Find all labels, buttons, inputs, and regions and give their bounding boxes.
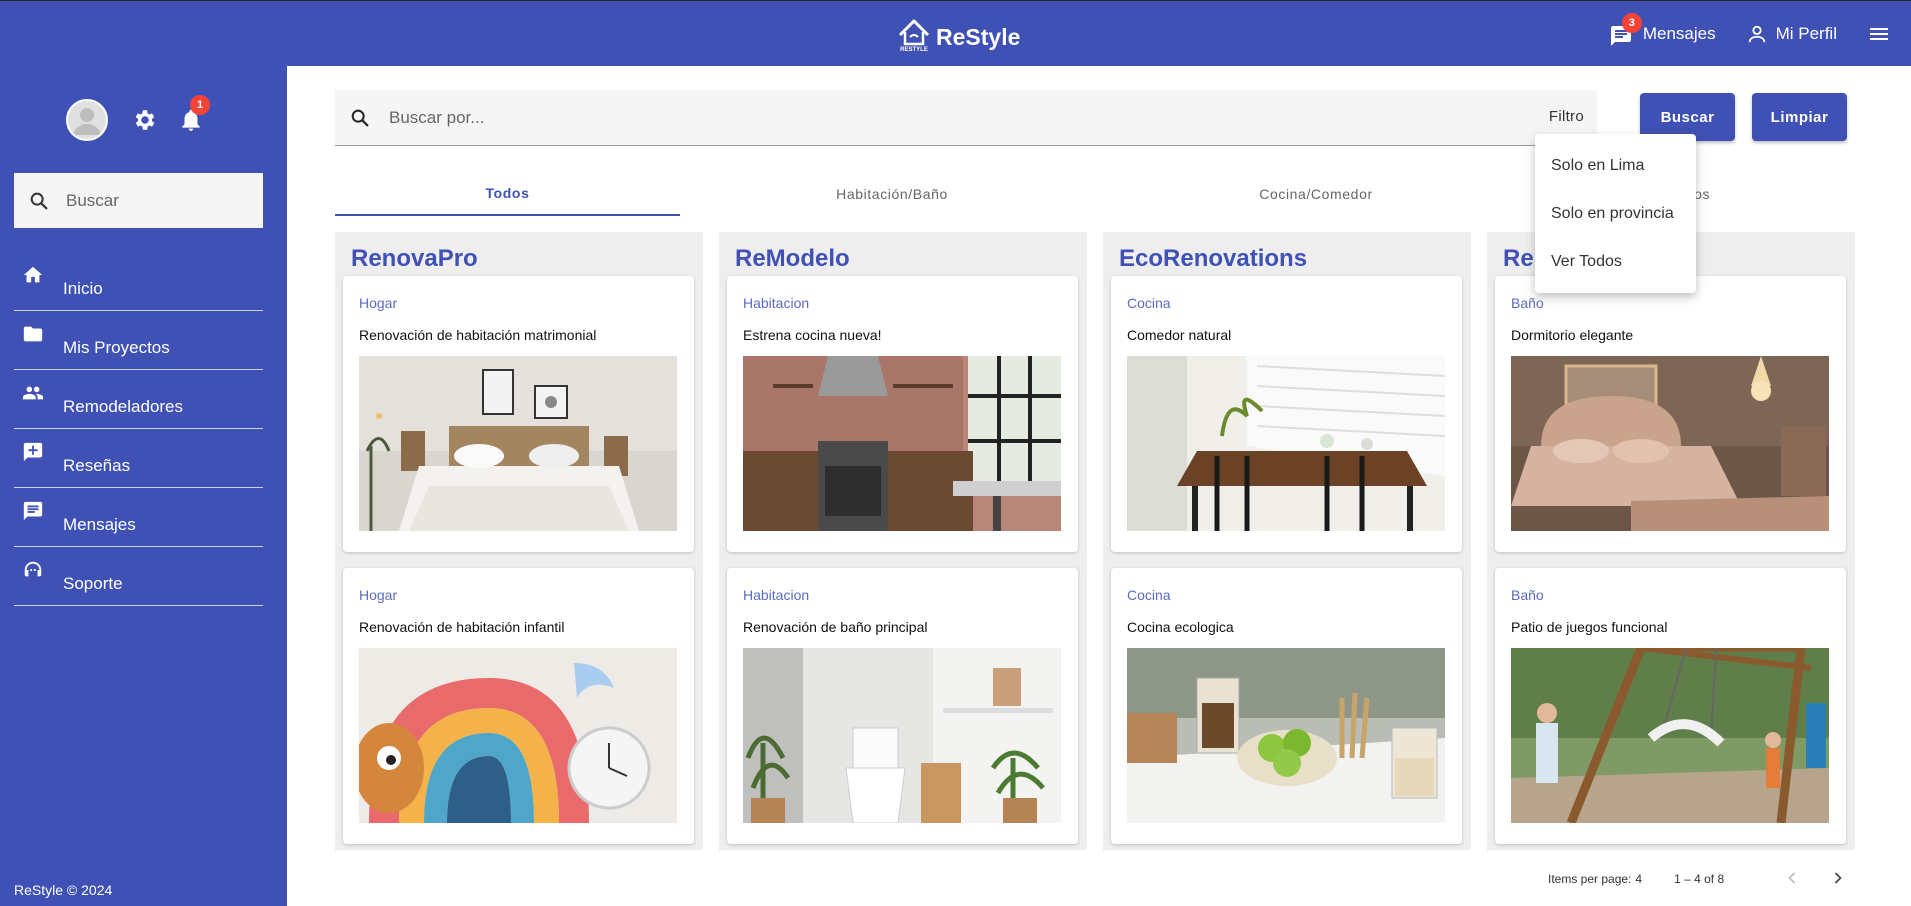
support-icon: [24, 561, 42, 577]
paginator: Items per page: 4 1 – 4 of 8: [1548, 872, 1724, 886]
sidebar-item-inicio[interactable]: Inicio: [14, 252, 263, 311]
tab-todos[interactable]: Todos: [335, 172, 680, 216]
chat-icon: [23, 501, 43, 521]
filter-option-solo-lima[interactable]: Solo en Lima: [1535, 142, 1696, 190]
remodeler-name[interactable]: Re: [1503, 245, 1534, 273]
sidebar-item-label: Mensajes: [63, 515, 136, 534]
project-category: Habitacion: [743, 295, 810, 311]
logo-text: RESTYLE: [900, 47, 928, 53]
sidebar-footer: ReStyle © 2024: [14, 882, 113, 898]
sidebar: 1 Inicio Mis Proyectos Remodeladores Res…: [0, 66, 287, 906]
project-title: Renovación de habitación matrimonial: [359, 327, 597, 343]
project-category: Hogar: [359, 295, 398, 311]
project-card[interactable]: Habitacion Estrena cocina nueva!: [727, 276, 1078, 552]
project-title: Renovación de habitación infantil: [359, 619, 565, 635]
sidebar-nav: Inicio Mis Proyectos Remodeladores Reseñ…: [14, 252, 263, 606]
people-icon: [22, 386, 44, 400]
sidebar-item-label: Soporte: [63, 574, 123, 593]
remodeler-column: Re Baño Dormitorio elegante Baño Patio d…: [1487, 232, 1855, 850]
search-icon: [30, 192, 48, 209]
menu-icon[interactable]: [1867, 22, 1891, 46]
project-card[interactable]: Cocina Comedor natural: [1111, 276, 1462, 552]
avatar[interactable]: [66, 99, 108, 141]
next-page-icon[interactable]: [1828, 868, 1848, 888]
filter-option-solo-provincia[interactable]: Solo en provincia: [1535, 190, 1696, 238]
folder-icon: [23, 326, 43, 342]
project-image: [743, 648, 1061, 823]
previous-page-icon[interactable]: [1782, 868, 1802, 888]
filter-option-ver-todos[interactable]: Ver Todos: [1535, 238, 1696, 286]
items-per-page-label: Items per page:: [1548, 872, 1632, 886]
remodeler-name[interactable]: ReModelo: [735, 245, 850, 273]
project-title: Estrena cocina nueva!: [743, 327, 882, 343]
project-title: Comedor natural: [1127, 327, 1232, 343]
remodeler-name[interactable]: EcoRenovations: [1119, 245, 1307, 273]
project-category: Baño: [1511, 587, 1544, 603]
project-card[interactable]: Baño Dormitorio elegante: [1495, 276, 1846, 552]
remodeler-column: EcoRenovations Cocina Comedor natural Co…: [1103, 232, 1471, 850]
tab-habitacion-bano[interactable]: Habitación/Baño: [680, 172, 1104, 216]
project-card[interactable]: Habitacion Renovación de baño principal: [727, 568, 1078, 844]
sidebar-item-soporte[interactable]: Soporte: [14, 547, 263, 606]
items-per-page-select[interactable]: 4: [1635, 872, 1642, 886]
review-icon: [23, 442, 43, 462]
profile-label: Mi Perfil: [1775, 24, 1837, 43]
project-title: Dormitorio elegante: [1511, 327, 1634, 343]
person-icon: [1748, 25, 1765, 43]
restyle-logo-icon: RESTYLE: [896, 15, 932, 53]
messages-button[interactable]: 3 Mensajes: [1609, 13, 1716, 47]
sidebar-item-mis-proyectos[interactable]: Mis Proyectos: [14, 311, 263, 370]
sidebar-item-label: Inicio: [63, 279, 103, 298]
project-category: Cocina: [1127, 295, 1171, 311]
sidebar-search: [14, 173, 263, 228]
page-range: 1 – 4 of 8: [1674, 872, 1725, 886]
top-app-bar: RESTYLE ReStyle 3 Mensajes Mi Perfil: [0, 0, 1911, 66]
home-icon: [23, 266, 43, 283]
project-category: Habitacion: [743, 587, 810, 603]
filter-menu: Solo en Lima Solo en provincia Ver Todos: [1535, 134, 1696, 293]
gear-icon[interactable]: [132, 107, 158, 133]
notifications-button[interactable]: 1: [178, 95, 210, 133]
main-search-input[interactable]: [389, 107, 1389, 128]
sidebar-item-resenas[interactable]: Reseñas: [14, 429, 263, 488]
limpiar-button[interactable]: Limpiar: [1752, 93, 1847, 141]
project-card[interactable]: Cocina Cocina ecologica: [1111, 568, 1462, 844]
project-card[interactable]: Baño Patio de juegos funcional: [1495, 568, 1846, 844]
sidebar-search-input[interactable]: [66, 190, 246, 211]
notifications-badge: 1: [190, 95, 210, 115]
remodeler-column: ReModelo Habitacion Estrena cocina nueva…: [719, 232, 1087, 850]
project-image: [1127, 648, 1445, 823]
remodeler-column: RenovaPro Hogar Renovación de habitación…: [335, 232, 703, 850]
project-image: [1511, 356, 1829, 531]
search-icon: [351, 109, 369, 126]
sidebar-item-label: Remodeladores: [63, 397, 184, 416]
project-title: Patio de juegos funcional: [1511, 619, 1668, 635]
main-search: Filtro: [335, 90, 1597, 146]
project-category: Cocina: [1127, 587, 1171, 603]
sidebar-item-label: Reseñas: [63, 456, 131, 475]
sidebar-item-remodeladores[interactable]: Remodeladores: [14, 370, 263, 429]
brand[interactable]: RESTYLE ReStyle: [896, 15, 1020, 53]
project-title: Cocina ecologica: [1127, 619, 1234, 635]
filter-select[interactable]: Filtro: [1549, 108, 1584, 125]
tab-cocina-comedor[interactable]: Cocina/Comedor: [1104, 172, 1528, 216]
messages-badge: 3: [1621, 13, 1642, 33]
project-image: [359, 648, 677, 823]
project-image: [359, 356, 677, 531]
project-image: [743, 356, 1061, 531]
project-card[interactable]: Hogar Renovación de habitación matrimoni…: [343, 276, 694, 552]
messages-label: Mensajes: [1642, 24, 1716, 43]
project-category: Baño: [1511, 295, 1544, 311]
project-title: Renovación de baño principal: [743, 619, 928, 635]
sidebar-item-label: Mis Proyectos: [63, 338, 170, 357]
brand-name: ReStyle: [936, 23, 1021, 50]
sidebar-item-mensajes[interactable]: Mensajes: [14, 488, 263, 547]
profile-button[interactable]: Mi Perfil: [1746, 23, 1837, 45]
project-image: [1511, 648, 1829, 823]
project-image: [1127, 356, 1445, 531]
project-category: Hogar: [359, 587, 398, 603]
project-card[interactable]: Hogar Renovación de habitación infantil: [343, 568, 694, 844]
remodeler-name[interactable]: RenovaPro: [351, 245, 478, 273]
